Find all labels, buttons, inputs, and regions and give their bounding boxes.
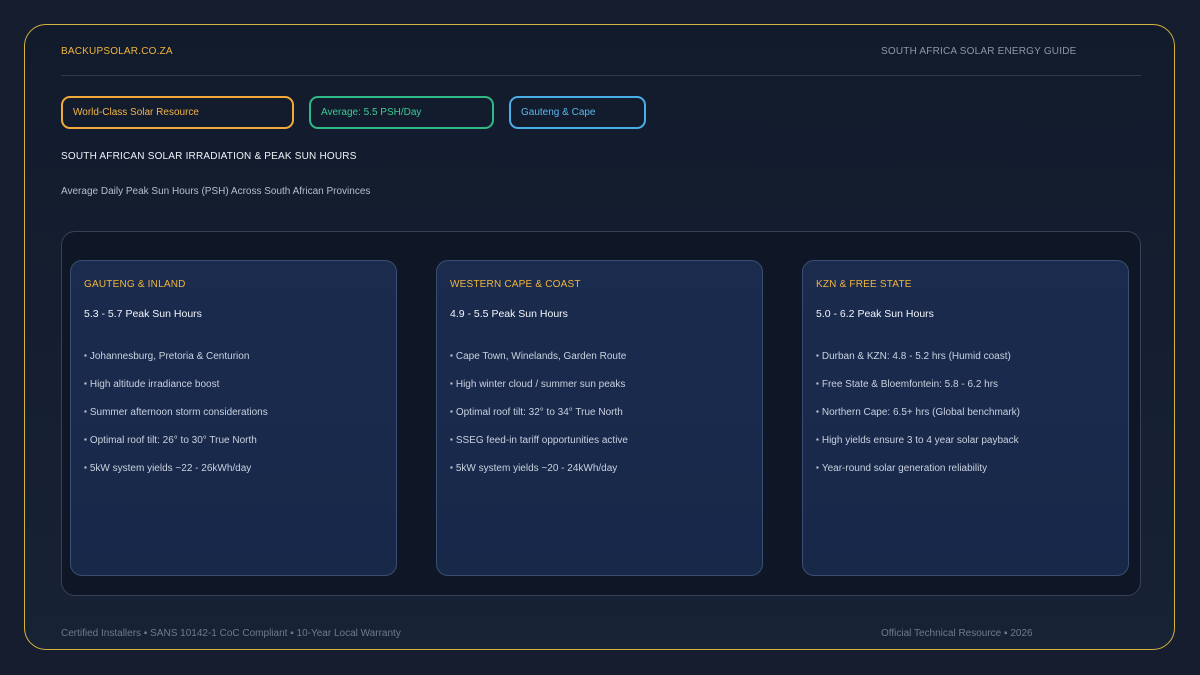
section-title: SOUTH AFRICAN SOLAR IRRADIATION & PEAK S… bbox=[61, 151, 357, 162]
card-title: GAUTENG & INLAND bbox=[84, 279, 186, 290]
badge-label: World-Class Solar Resource bbox=[73, 107, 199, 118]
card-title: WESTERN CAPE & COAST bbox=[450, 279, 581, 290]
bullet-icon: ▪ bbox=[84, 407, 87, 416]
list-item-text: Summer afternoon storm considerations bbox=[89, 407, 268, 418]
list-item: ▪ High winter cloud / summer sun peaks bbox=[450, 378, 628, 406]
list-item: ▪ Summer afternoon storm considerations bbox=[84, 406, 268, 434]
bullet-icon: ▪ bbox=[450, 463, 453, 472]
card-psh-range: 5.0 - 6.2 Peak Sun Hours bbox=[816, 308, 934, 320]
list-item-text: SSEG feed-in tariff opportunities active bbox=[455, 435, 628, 446]
guide-title: SOUTH AFRICA SOLAR ENERGY GUIDE bbox=[881, 46, 1077, 57]
list-item: ▪ Johannesburg, Pretoria & Centurion bbox=[84, 350, 268, 378]
list-item-text: High yields ensure 3 to 4 year solar pay… bbox=[821, 435, 1019, 446]
header-divider bbox=[61, 75, 1141, 76]
footer-credentials: Certified Installers ▪ SANS 10142-1 CoC … bbox=[61, 628, 401, 639]
region-card-western-cape: WESTERN CAPE & COAST 4.9 - 5.5 Peak Sun … bbox=[436, 260, 763, 576]
bullet-icon: ▪ bbox=[816, 435, 819, 444]
badge-regions: Gauteng & Cape bbox=[509, 96, 646, 129]
list-item: ▪ Free State & Bloemfontein: 5.8 - 6.2 hr… bbox=[816, 378, 1020, 406]
card-title: KZN & FREE STATE bbox=[816, 279, 912, 290]
list-item-text: High altitude irradiance boost bbox=[89, 379, 220, 390]
card-psh-range: 4.9 - 5.5 Peak Sun Hours bbox=[450, 308, 568, 320]
list-item-text: Northern Cape: 6.5+ hrs (Global benchmar… bbox=[821, 407, 1020, 418]
brand-link[interactable]: BACKUPSOLAR.CO.ZA bbox=[61, 46, 173, 57]
list-item: ▪ Optimal roof tilt: 32° to 34° True Nort… bbox=[450, 406, 628, 434]
list-item: ▪ 5kW system yields ~20 - 24kWh/day bbox=[450, 462, 628, 490]
bullet-icon: ▪ bbox=[450, 379, 453, 388]
badge-label: Average: 5.5 PSH/Day bbox=[321, 107, 422, 118]
bullet-icon: ▪ bbox=[450, 435, 453, 444]
bullet-icon: ▪ bbox=[450, 351, 453, 360]
badge-solar-resource: World-Class Solar Resource bbox=[61, 96, 294, 129]
bullet-icon: ▪ bbox=[84, 351, 87, 360]
footer-resource: Official Technical Resource ▪ 2026 bbox=[881, 628, 1033, 639]
bullet-icon: ▪ bbox=[816, 463, 819, 472]
list-item-text: Free State & Bloemfontein: 5.8 - 6.2 hrs bbox=[821, 379, 999, 390]
list-item-text: Year-round solar generation reliability bbox=[821, 463, 988, 474]
list-item-text: 5kW system yields ~20 - 24kWh/day bbox=[455, 463, 618, 474]
bullet-icon: ▪ bbox=[816, 379, 819, 388]
bullet-icon: ▪ bbox=[816, 351, 819, 360]
card-psh-range: 5.3 - 5.7 Peak Sun Hours bbox=[84, 308, 202, 320]
region-card-kzn: KZN & FREE STATE 5.0 - 6.2 Peak Sun Hour… bbox=[802, 260, 1129, 576]
list-item: ▪ Cape Town, Winelands, Garden Route bbox=[450, 350, 628, 378]
list-item-text: Optimal roof tilt: 26° to 30° True North bbox=[89, 435, 257, 446]
bullet-icon: ▪ bbox=[450, 407, 453, 416]
list-item: ▪ Year-round solar generation reliability bbox=[816, 462, 1020, 490]
card-feature-list: ▪ Johannesburg, Pretoria & Centurion ▪ Hig… bbox=[84, 350, 268, 490]
bullet-icon: ▪ bbox=[84, 463, 87, 472]
list-item: ▪ High altitude irradiance boost bbox=[84, 378, 268, 406]
list-item: ▪ Northern Cape: 6.5+ hrs (Global benchma… bbox=[816, 406, 1020, 434]
bullet-icon: ▪ bbox=[84, 379, 87, 388]
list-item: ▪ SSEG feed-in tariff opportunities activ… bbox=[450, 434, 628, 462]
bullet-icon: ▪ bbox=[816, 407, 819, 416]
list-item: ▪ Durban & KZN: 4.8 - 5.2 hrs (Humid coas… bbox=[816, 350, 1020, 378]
list-item-text: Durban & KZN: 4.8 - 5.2 hrs (Humid coast… bbox=[821, 351, 1011, 362]
slide-frame: BACKUPSOLAR.CO.ZA SOUTH AFRICA SOLAR ENE… bbox=[24, 24, 1175, 650]
list-item: ▪ 5kW system yields ~22 - 26kWh/day bbox=[84, 462, 268, 490]
list-item-text: Johannesburg, Pretoria & Centurion bbox=[89, 351, 250, 362]
list-item: ▪ High yields ensure 3 to 4 year solar pa… bbox=[816, 434, 1020, 462]
bullet-icon: ▪ bbox=[84, 435, 87, 444]
card-feature-list: ▪ Durban & KZN: 4.8 - 5.2 hrs (Humid coas… bbox=[816, 350, 1020, 490]
list-item: ▪ Optimal roof tilt: 26° to 30° True Nort… bbox=[84, 434, 268, 462]
badge-label: Gauteng & Cape bbox=[521, 107, 596, 118]
list-item-text: Cape Town, Winelands, Garden Route bbox=[455, 351, 627, 362]
list-item-text: High winter cloud / summer sun peaks bbox=[455, 379, 626, 390]
badge-average-psh: Average: 5.5 PSH/Day bbox=[309, 96, 494, 129]
list-item-text: Optimal roof tilt: 32° to 34° True North bbox=[455, 407, 623, 418]
section-subtitle: Average Daily Peak Sun Hours (PSH) Acros… bbox=[61, 186, 371, 197]
region-card-gauteng: GAUTENG & INLAND 5.3 - 5.7 Peak Sun Hour… bbox=[70, 260, 397, 576]
list-item-text: 5kW system yields ~22 - 26kWh/day bbox=[89, 463, 252, 474]
card-feature-list: ▪ Cape Town, Winelands, Garden Route ▪ Hig… bbox=[450, 350, 628, 490]
regions-panel: GAUTENG & INLAND 5.3 - 5.7 Peak Sun Hour… bbox=[61, 231, 1141, 596]
